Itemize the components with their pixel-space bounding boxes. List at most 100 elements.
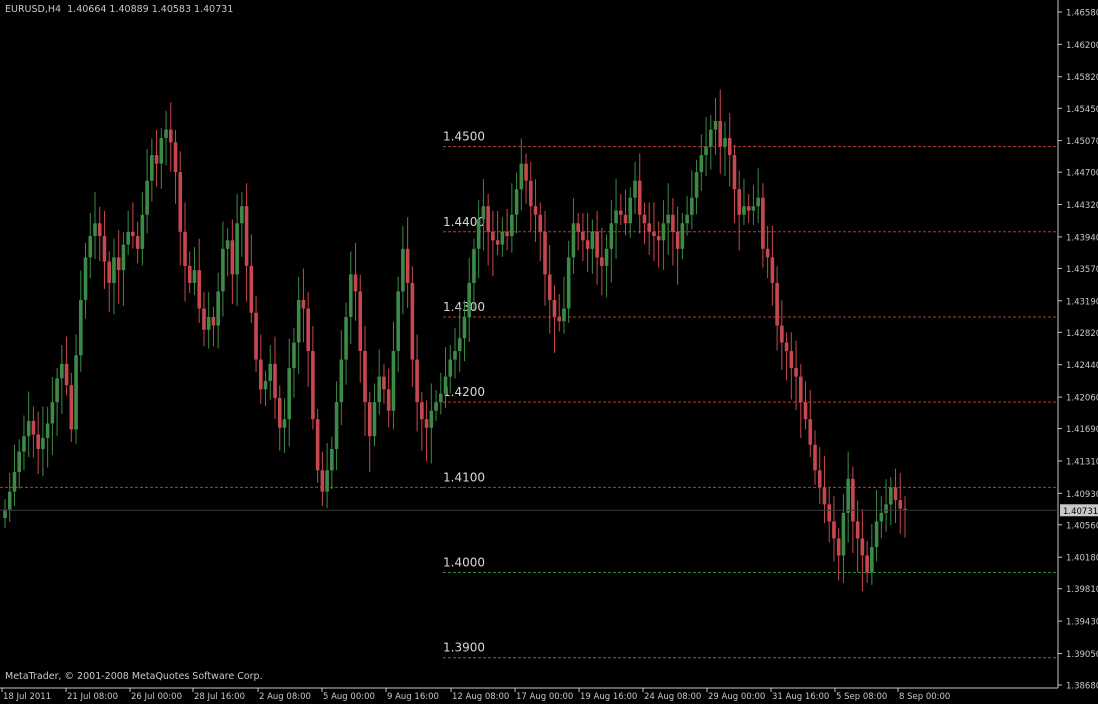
candle-body [386, 389, 391, 411]
candle-body [22, 436, 26, 452]
candle-body [642, 214, 647, 224]
candle-body [618, 210, 623, 215]
candle-body [879, 512, 884, 522]
candle-body [557, 316, 562, 322]
candle-body [88, 236, 93, 258]
candle-body [235, 223, 239, 275]
candle-body [131, 231, 135, 237]
candle-body [401, 248, 405, 292]
y-tick-label: 1.42060 [1066, 394, 1098, 404]
x-tick-label: 12 Aug 08:00 [452, 692, 509, 702]
candle-body [817, 470, 822, 488]
candle-body [301, 299, 306, 309]
candle-body [438, 393, 443, 403]
symbol-label: EURUSD,H4 [5, 4, 62, 15]
y-tick-label: 1.45070 [1066, 137, 1098, 147]
candle-body [647, 223, 652, 232]
candle-body [69, 385, 74, 430]
candle-body [604, 248, 609, 266]
x-tick-label: 21 Jul 08:00 [67, 692, 118, 702]
level-label-5: 1.4000 [443, 556, 485, 570]
candle-body [822, 487, 827, 505]
candle-body [780, 325, 784, 343]
candle-body [846, 478, 850, 513]
candle-body [552, 299, 557, 317]
candle-body [382, 376, 386, 390]
x-tick-label: 2 Aug 08:00 [259, 692, 311, 702]
candle-body [107, 261, 112, 283]
x-tick-label: 31 Aug 16:00 [772, 692, 829, 702]
candle-body [590, 231, 595, 249]
price-chart[interactable]: 1.45001.44001.43001.42001.41001.40001.39… [0, 0, 1098, 704]
candle-body [287, 368, 292, 420]
candle-body [78, 299, 83, 356]
candle-body [860, 538, 865, 556]
candle-body [623, 214, 628, 224]
x-tick-label: 18 Jul 2011 [3, 692, 51, 702]
candle-body [661, 223, 666, 241]
candle-body [742, 206, 746, 215]
candle-body [415, 359, 419, 403]
candle-body [221, 248, 225, 292]
candle-body [898, 500, 903, 509]
candle-body [254, 312, 258, 360]
y-tick-label: 1.44700 [1066, 169, 1098, 179]
candle-body [713, 121, 718, 130]
y-tick-label: 1.40180 [1066, 554, 1098, 564]
candle-body [334, 402, 339, 450]
candle-body [41, 437, 45, 450]
y-tick-label: 1.39430 [1066, 618, 1098, 628]
candle-body [443, 376, 448, 394]
candle-body [893, 487, 898, 501]
y-tick-label: 1.45820 [1066, 73, 1098, 83]
candle-body [888, 487, 893, 505]
candle-body [519, 163, 524, 190]
candle-body [292, 342, 296, 369]
candle-body [396, 291, 400, 352]
candle-body [481, 206, 486, 220]
y-tick-label: 1.40560 [1066, 521, 1098, 531]
candle-body [273, 363, 277, 398]
candle-body [306, 308, 310, 352]
y-tick-label: 1.42820 [1066, 329, 1098, 339]
candle-body [377, 376, 382, 403]
candle-body [282, 419, 287, 428]
y-tick-label: 1.46580 [1066, 9, 1098, 19]
candle-body [7, 491, 12, 510]
candle-body [31, 420, 36, 435]
candle-body [202, 308, 206, 330]
x-tick-label: 5 Sep 08:00 [836, 692, 887, 702]
candle-body [884, 504, 888, 513]
candle-body [258, 359, 263, 390]
level-label-3: 1.4200 [443, 385, 485, 399]
candle-body [116, 257, 121, 271]
candle-body [97, 223, 102, 237]
x-tick-label: 29 Aug 00:00 [708, 692, 765, 702]
candle-body [344, 316, 348, 360]
candle-body [311, 351, 315, 420]
candle-body [737, 189, 742, 215]
candle-body [836, 538, 841, 556]
candle-body [225, 240, 230, 249]
candle-body [851, 478, 855, 522]
candle-body [211, 316, 216, 326]
candle-body [874, 521, 879, 547]
chart-header: EURUSD,H4 1.40664 1.40889 1.40583 1.4073… [5, 4, 233, 15]
candle-body [476, 219, 481, 249]
candle-body [510, 214, 514, 237]
candle-body [348, 274, 353, 317]
candle-body [524, 163, 528, 181]
copyright-text: MetaTrader, © 2001-2008 MetaQuotes Softw… [5, 671, 263, 682]
candle-body [145, 180, 149, 215]
y-tick-label: 1.40930 [1066, 490, 1098, 500]
y-tick-label: 1.45450 [1066, 105, 1098, 115]
candle-body [562, 308, 566, 322]
x-tick-label: 5 Aug 00:00 [323, 692, 375, 702]
candle-body [576, 223, 580, 232]
candle-body [112, 257, 116, 283]
candle-body [694, 172, 699, 198]
candle-body [827, 504, 832, 522]
candle-body [462, 316, 467, 339]
candle-body [206, 316, 211, 330]
candle-body [832, 521, 836, 539]
